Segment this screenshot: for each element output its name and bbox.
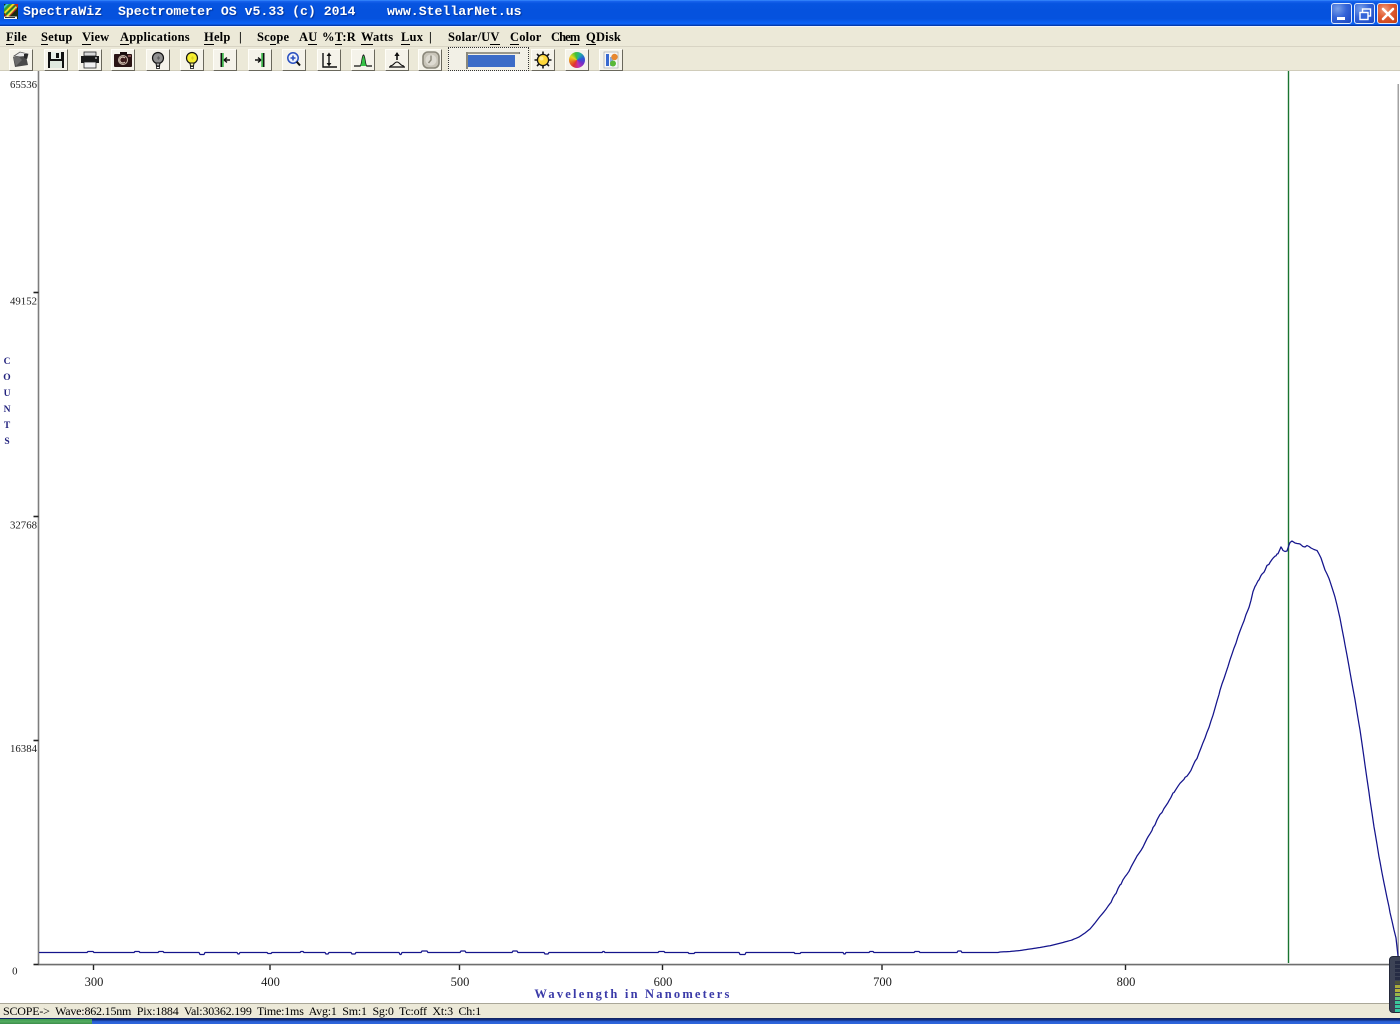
svg-text:32768: 32768 bbox=[10, 520, 37, 532]
svg-text:300: 300 bbox=[85, 975, 104, 989]
svg-text:400: 400 bbox=[261, 975, 280, 989]
svg-text:65536: 65536 bbox=[10, 79, 38, 91]
svg-text:500: 500 bbox=[451, 975, 470, 989]
svg-text:700: 700 bbox=[873, 975, 892, 989]
svg-text:800: 800 bbox=[1117, 975, 1136, 989]
svg-text:49152: 49152 bbox=[10, 296, 37, 308]
svg-text:0: 0 bbox=[12, 966, 17, 978]
svg-text:Wavelength in Nanometers: Wavelength in Nanometers bbox=[534, 987, 731, 1001]
svg-text:16384: 16384 bbox=[10, 743, 38, 755]
